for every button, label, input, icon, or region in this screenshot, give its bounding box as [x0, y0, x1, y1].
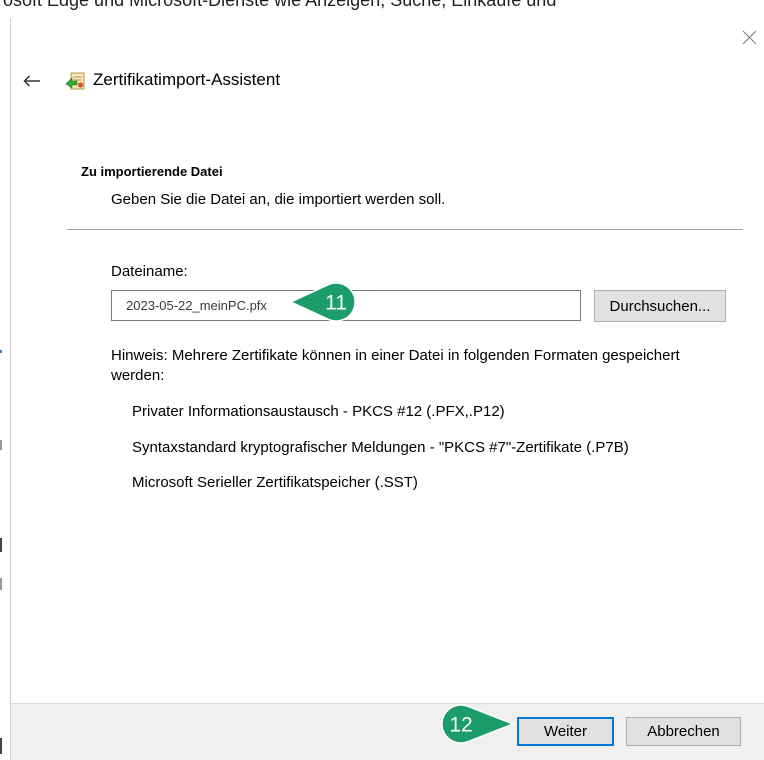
dialog-footer: Weiter Abbrechen: [11, 703, 764, 760]
format-item-p7b: Syntaxstandard kryptografischer Meldunge…: [132, 439, 629, 456]
file-name-label: Dateiname:: [111, 263, 188, 280]
background-fragment: [0, 350, 2, 353]
back-arrow-icon[interactable]: [23, 75, 41, 87]
section-description: Geben Sie die Datei an, die importiert w…: [111, 191, 446, 208]
step-badge-11: 11: [289, 282, 356, 322]
browse-button[interactable]: Durchsuchen...: [594, 290, 726, 322]
format-hint: Hinweis: Mehrere Zertifikate können in e…: [111, 347, 680, 384]
format-item-sst: Microsoft Serieller Zertifikatspeicher (…: [132, 474, 418, 491]
badge-label: 12: [449, 714, 472, 737]
format-item-pfx: Privater Informationsaustausch - PKCS #1…: [132, 403, 505, 420]
header-separator: [67, 229, 743, 230]
background-fragment: [0, 538, 2, 552]
background-text: rosoft Edge und Microsoft-Dienste wie An…: [0, 0, 557, 10]
background-fragment: [0, 440, 2, 450]
background-window-text: rosoft Edge und Microsoft-Dienste wie An…: [0, 0, 764, 13]
step-badge-12: 12: [441, 704, 516, 744]
certificate-import-wizard-dialog: Zertifikatimport-Assistent Zu importiere…: [10, 18, 764, 760]
next-button[interactable]: Weiter: [517, 717, 614, 746]
background-fragment: [0, 578, 2, 590]
cancel-button[interactable]: Abbrechen: [626, 717, 741, 746]
section-heading: Zu importierende Datei: [81, 164, 223, 179]
badge-label: 11: [325, 292, 347, 315]
dialog-title: Zertifikatimport-Assistent: [93, 70, 281, 89]
close-icon[interactable]: [742, 30, 757, 45]
background-fragment: [0, 738, 2, 754]
certificate-import-icon: [65, 72, 85, 90]
